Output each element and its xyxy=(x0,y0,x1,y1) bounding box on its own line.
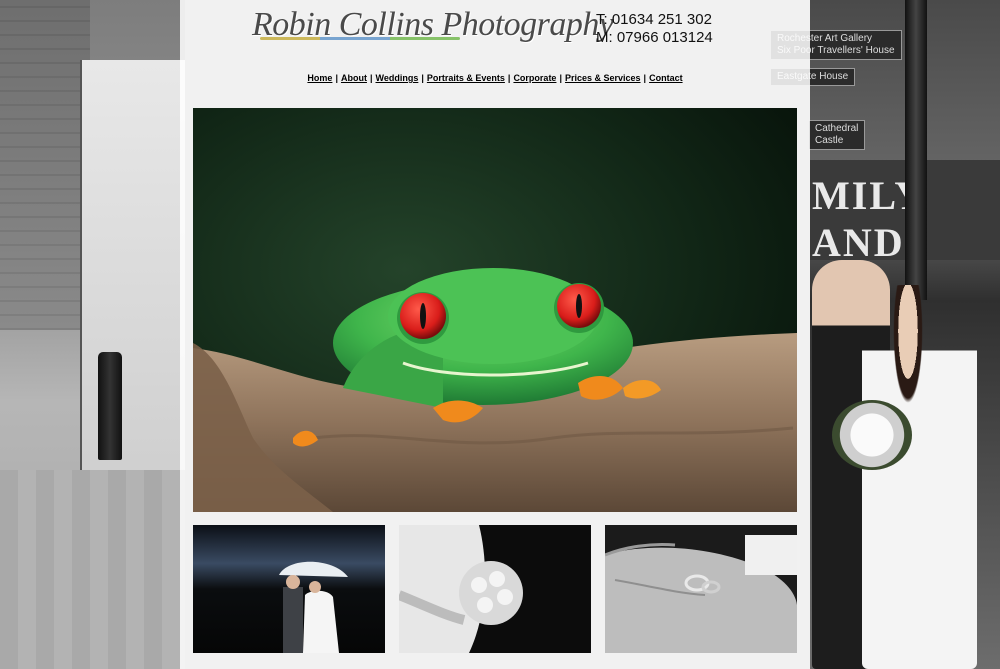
signpost xyxy=(905,0,927,300)
couple-umbrella-photo xyxy=(193,525,385,653)
frog-pupil xyxy=(576,294,582,318)
man-head xyxy=(286,575,300,589)
nav-contact[interactable]: Contact xyxy=(649,73,683,83)
logo-swoosh xyxy=(260,37,460,40)
contact-info: T: 01634 251 302 M: 07966 013124 xyxy=(596,11,713,47)
nav-prices-services[interactable]: Prices & Services xyxy=(565,73,641,83)
rose xyxy=(489,571,505,587)
nav-separator: | xyxy=(335,73,338,83)
bridal-bouquet-photo xyxy=(399,525,591,653)
mobile-number: M: 07966 013124 xyxy=(596,29,713,46)
hero-image-tree-frog[interactable] xyxy=(193,108,797,512)
shirt-cuff xyxy=(745,535,797,575)
nav-corporate[interactable]: Corporate xyxy=(513,73,556,83)
castle-wall xyxy=(0,0,90,330)
rose xyxy=(471,577,487,593)
tree-frog-photo xyxy=(193,108,797,512)
woman-head xyxy=(309,581,321,593)
nav-separator: | xyxy=(421,73,424,83)
nav-weddings[interactable]: Weddings xyxy=(376,73,419,83)
man-figure xyxy=(283,587,303,653)
building-left xyxy=(80,60,185,480)
sign-text: Castle xyxy=(815,135,844,146)
main-navigation: Home | About | Weddings | Portraits & Events | C… xyxy=(180,73,810,83)
rose xyxy=(497,589,513,605)
phone-number: T: 01634 251 302 xyxy=(596,11,712,28)
nav-about[interactable]: About xyxy=(341,73,367,83)
thumbnail-couple-umbrella[interactable] xyxy=(193,525,385,653)
bouquet xyxy=(459,561,523,625)
bollard xyxy=(98,352,122,460)
signpost-board: Cathedral Castle xyxy=(808,120,866,150)
cobbled-road xyxy=(0,470,185,669)
nav-separator: | xyxy=(559,73,562,83)
nav-separator: | xyxy=(643,73,647,83)
rose xyxy=(477,597,493,613)
thumbnail-bridal-bouquet[interactable] xyxy=(399,525,591,653)
nav-separator: | xyxy=(369,73,373,83)
nav-portraits-events[interactable]: Portraits & Events xyxy=(427,73,505,83)
nav-home[interactable]: Home xyxy=(307,73,332,83)
bridal-bouquet xyxy=(832,400,912,470)
bride-figure xyxy=(862,285,977,669)
thumbnail-wedding-rings[interactable] xyxy=(605,525,797,653)
sign-text: Cathedral xyxy=(815,123,859,134)
frog-pupil xyxy=(420,303,426,329)
wedding-rings-photo xyxy=(605,525,797,653)
